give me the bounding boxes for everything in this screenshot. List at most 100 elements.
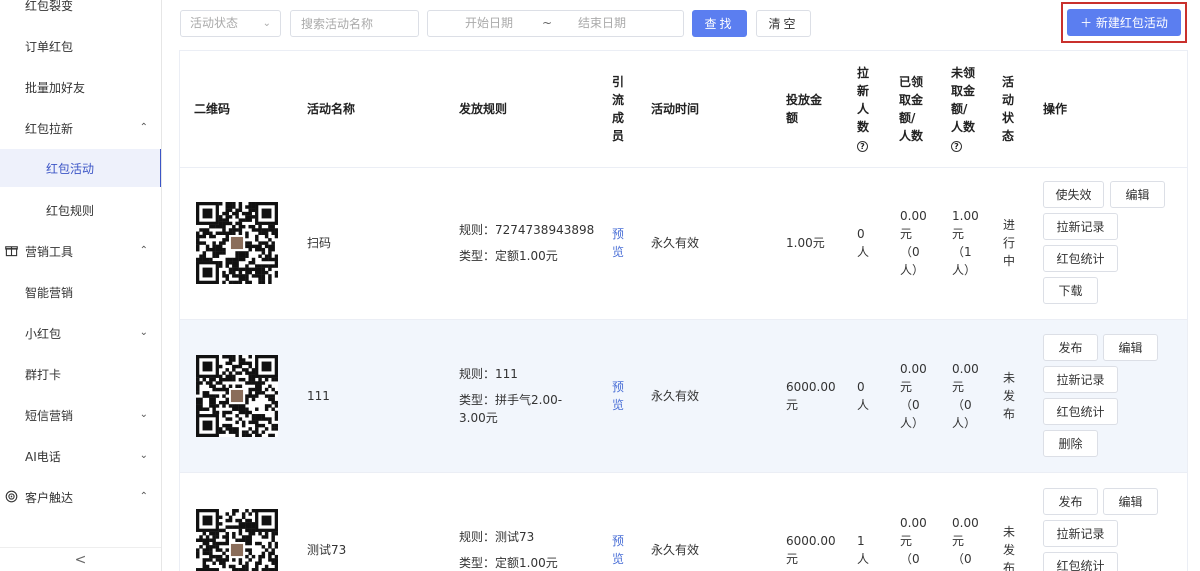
preview-link[interactable]: 预览 — [612, 225, 626, 261]
search-input[interactable] — [290, 10, 419, 37]
qr-code — [196, 202, 278, 284]
end-date-placeholder: 结束日期 — [578, 16, 627, 30]
sidebar-item-label: AI电话 — [25, 450, 61, 464]
type-text: 类型：定额1.00元 — [459, 556, 558, 570]
sidebar-item-label: 短信营销 — [25, 409, 74, 423]
date-range-picker[interactable]: 开始日期 ~ 结束日期 — [427, 10, 684, 37]
chevron-up-icon: ⌃ — [139, 491, 148, 502]
target-icon — [5, 490, 18, 503]
red-packet-stats-button[interactable]: 红包统计 — [1043, 398, 1118, 425]
chevron-up-icon: ⌃ — [139, 245, 148, 256]
qr-code — [196, 509, 278, 571]
edit-button[interactable]: 编辑 — [1110, 181, 1165, 208]
activity-name: 111 — [307, 389, 330, 403]
sidebar: 红包裂变 订单红包 批量加好友 红包拉新 ⌃ 红包活动 红包规则 营销工具 ⌃ 智能… — [0, 0, 162, 571]
rule-text: 规则：111 — [459, 367, 518, 381]
header-amount: 投放金额 — [786, 93, 823, 125]
header-qr: 二维码 — [194, 102, 231, 116]
claimed-amount: 0.00元（0 — [900, 516, 927, 566]
chevron-up-icon: ⌃ — [139, 122, 148, 133]
publish-button[interactable]: 发布 — [1043, 334, 1098, 361]
red-packet-stats-button[interactable]: 红包统计 — [1043, 552, 1118, 571]
status-select[interactable]: 活动状态 ⌄ — [180, 10, 281, 37]
acquisition-record-button[interactable]: 拉新记录 — [1043, 520, 1118, 547]
sidebar-item-label: 小红包 — [25, 327, 62, 341]
sidebar-group-customer-reach[interactable]: 客户触达 ⌃ — [0, 477, 161, 518]
status-text: 未发布 — [1003, 371, 1016, 421]
sidebar-item-label: 群打卡 — [25, 368, 62, 382]
sidebar-item-order-red-packet[interactable]: 订单红包 — [0, 26, 161, 67]
status-select-placeholder: 活动状态 — [190, 16, 239, 30]
sidebar-item-batch-add-friends[interactable]: 批量加好友 — [0, 67, 161, 108]
unclaimed-amount: 0.00元（0 — [952, 516, 979, 566]
header-unclaimed: 未领取金额/人数? — [951, 64, 977, 154]
activity-name: 扫码 — [307, 236, 332, 250]
amount: 6000.00元 — [786, 534, 836, 566]
qr-code — [196, 355, 278, 437]
sidebar-item-red-packet-rules[interactable]: 红包规则 — [0, 190, 161, 231]
preview-link[interactable]: 预览 — [612, 378, 626, 414]
chevron-down-icon: ⌄ — [139, 327, 148, 338]
header-claimed: 已领取金额/人数 — [899, 75, 924, 143]
sidebar-item-label: 客户触达 — [25, 491, 74, 505]
status-text: 未发布 — [1003, 525, 1016, 571]
new-red-packet-activity-button[interactable]: ＋ 新建红包活动 — [1067, 9, 1181, 36]
sidebar-item-label: 红包裂变 — [25, 0, 74, 13]
new-activity-highlight: ＋ 新建红包活动 — [1061, 2, 1187, 43]
sidebar-item-red-packet-fission[interactable]: 红包裂变 — [0, 0, 161, 26]
sidebar-item-red-packet-acquisition[interactable]: 红包拉新 ⌃ — [0, 108, 161, 149]
table-row: 测试73 规则：测试73 类型：定额1.00元 预览 永久有效 6000.00元… — [180, 473, 1187, 571]
rule-text: 规则：测试73 — [459, 530, 535, 544]
sidebar-item-label: 订单红包 — [25, 40, 74, 54]
edit-button[interactable]: 编辑 — [1103, 488, 1158, 515]
unclaimed-amount: 0.00元（0人） — [952, 362, 979, 430]
sidebar-item-red-packet-activity[interactable]: 红包活动 — [0, 149, 161, 187]
gift-icon — [5, 246, 18, 257]
sidebar-item-label: 红包拉新 — [25, 122, 74, 136]
clear-button[interactable]: 清空 — [756, 10, 811, 37]
deactivate-button[interactable]: 使失效 — [1043, 181, 1104, 208]
start-date-placeholder: 开始日期 — [465, 16, 514, 30]
sidebar-item-smart-marketing[interactable]: 智能营销 — [0, 272, 161, 313]
edit-button[interactable]: 编辑 — [1103, 334, 1158, 361]
sidebar-item-group-checkin[interactable]: 群打卡 — [0, 354, 161, 395]
activity-time: 永久有效 — [651, 389, 700, 403]
activity-table: 二维码 活动名称 发放规则 引流成员 活动时间 投放金额 拉新人数? 已领取金额… — [179, 50, 1188, 571]
search-button[interactable]: 查找 — [692, 10, 747, 37]
sidebar-item-sms-marketing[interactable]: 短信营销 ⌄ — [0, 395, 161, 436]
header-drain-member: 引流成员 — [612, 75, 625, 143]
red-packet-stats-button[interactable]: 红包统计 — [1043, 245, 1118, 272]
chevron-down-icon: ⌄ — [139, 450, 148, 461]
header-time: 活动时间 — [651, 102, 700, 116]
type-text: 类型：拼手气2.00-3.00元 — [459, 393, 563, 425]
sidebar-item-ai-phone[interactable]: AI电话 ⌄ — [0, 436, 161, 477]
new-count: 0人 — [857, 227, 870, 259]
claimed-amount: 0.00元（0人） — [900, 209, 927, 277]
preview-link[interactable]: 预览 — [612, 532, 626, 568]
new-count: 1人 — [857, 534, 870, 566]
sidebar-group-marketing-tools[interactable]: 营销工具 ⌃ — [0, 231, 161, 272]
download-button[interactable]: 下载 — [1043, 277, 1098, 304]
activity-time: 永久有效 — [651, 236, 700, 250]
sidebar-collapse-button[interactable]: < — [0, 547, 161, 571]
sidebar-item-label: 红包规则 — [46, 204, 95, 218]
activity-time: 永久有效 — [651, 543, 700, 557]
publish-button[interactable]: 发布 — [1043, 488, 1098, 515]
chevron-down-icon: ⌄ — [262, 18, 271, 29]
header-new-count: 拉新人数? — [857, 64, 871, 154]
help-icon[interactable]: ? — [951, 141, 962, 152]
sidebar-item-small-red-packet[interactable]: 小红包 ⌄ — [0, 313, 161, 354]
rule-text: 规则：7274738943898 — [459, 223, 595, 237]
sidebar-item-label: 营销工具 — [25, 245, 74, 259]
table-header: 二维码 活动名称 发放规则 引流成员 活动时间 投放金额 拉新人数? 已领取金额… — [180, 51, 1187, 168]
unclaimed-amount: 1.00元（1人） — [952, 209, 979, 277]
status-text: 进行中 — [1003, 218, 1016, 268]
header-new-count-label: 拉新人数 — [857, 66, 870, 134]
acquisition-record-button[interactable]: 拉新记录 — [1043, 213, 1118, 240]
acquisition-record-button[interactable]: 拉新记录 — [1043, 366, 1118, 393]
amount: 6000.00元 — [786, 380, 836, 412]
chevron-down-icon: ⌄ — [139, 409, 148, 420]
delete-button[interactable]: 删除 — [1043, 430, 1098, 457]
help-icon[interactable]: ? — [857, 141, 868, 152]
type-text: 类型：定额1.00元 — [459, 249, 558, 263]
